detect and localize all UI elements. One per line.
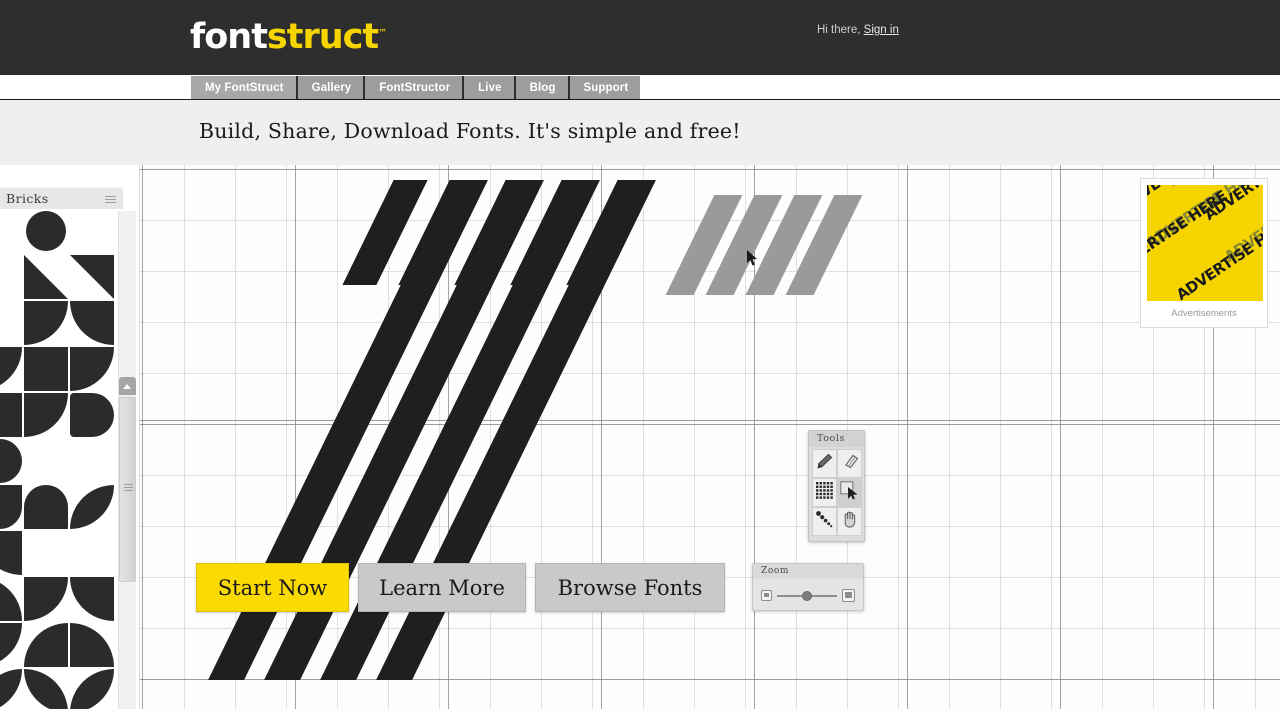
brick-item[interactable] (24, 255, 68, 299)
brick-item[interactable] (24, 577, 68, 621)
select-arrow-icon (840, 480, 859, 505)
tool-eraser[interactable] (837, 449, 862, 478)
eraser-icon (841, 453, 859, 474)
greeting: Hi there, Sign in (817, 24, 899, 36)
brick-item[interactable] (24, 485, 68, 529)
tagline-band: Build, Share, Download Fonts. It's simpl… (0, 99, 1280, 165)
fontstruct-page: fontstruct™ Hi there, Sign in My FontStr… (0, 0, 1280, 709)
advertisement-banner[interactable]: ADVERTISE HERE ADVERTISE HERE ADVERTISE … (1147, 185, 1263, 301)
brick-item[interactable] (70, 301, 114, 345)
zoom-palette-title: Zoom (753, 564, 863, 579)
brick-item[interactable] (0, 439, 22, 483)
nav-item-gallery[interactable]: Gallery (297, 76, 366, 99)
logo-part-struct: struct (266, 17, 379, 57)
brick-item[interactable] (70, 439, 114, 483)
browse-fonts-button[interactable]: Browse Fonts (535, 563, 725, 612)
bricks-grid[interactable] (0, 209, 114, 709)
brick-item[interactable] (0, 577, 22, 621)
trademark-icon: ™ (378, 28, 388, 39)
tools-grid (812, 449, 862, 536)
zoom-slider[interactable] (777, 590, 837, 601)
nav-item-blog[interactable]: Blog (515, 76, 570, 99)
brick-item[interactable] (70, 485, 114, 529)
sign-in-link[interactable]: Sign in (864, 24, 899, 36)
tool-grid[interactable] (812, 478, 837, 507)
bricks-panel: Bricks (0, 165, 140, 709)
hand-icon (841, 510, 859, 533)
zoom-in-icon[interactable] (842, 589, 855, 602)
zoom-palette: Zoom (752, 563, 864, 611)
grip-handle-icon[interactable] (105, 196, 116, 203)
brick-item[interactable] (0, 301, 22, 345)
brick-item[interactable] (70, 669, 114, 709)
page-title: Build, Share, Download Fonts. It's simpl… (199, 119, 741, 143)
brick-item[interactable] (0, 393, 22, 437)
brick-item[interactable] (24, 209, 68, 253)
brick-item[interactable] (24, 393, 68, 437)
brick-item[interactable] (0, 623, 22, 667)
brick-item[interactable] (0, 209, 22, 253)
brick-item[interactable] (70, 531, 114, 575)
brick-item[interactable] (24, 301, 68, 345)
nav-item-live[interactable]: Live (464, 76, 516, 99)
zoom-controls (753, 580, 863, 611)
brick-item[interactable] (70, 393, 114, 437)
fontstruct-logo[interactable]: fontstruct™ (190, 20, 387, 55)
brick-item[interactable] (70, 209, 114, 253)
pencil-icon (816, 453, 833, 475)
nav-item-fontstructor[interactable]: FontStructor (365, 76, 465, 99)
tool-pan[interactable] (837, 507, 862, 536)
nav-item-my-fontstruct[interactable]: My FontStruct (191, 76, 298, 99)
tool-pencil[interactable] (812, 449, 837, 478)
logo-part-font: font (190, 17, 268, 57)
bricks-panel-header[interactable]: Bricks (0, 187, 123, 209)
tool-points[interactable] (812, 507, 837, 536)
zoom-out-icon[interactable] (761, 590, 772, 601)
brick-item[interactable] (0, 485, 22, 529)
editor-canvas[interactable]: BASELINE (0, 165, 1280, 709)
scrollbar-thumb[interactable] (119, 397, 136, 582)
canvas-baseline-rule (140, 420, 1280, 421)
brick-item[interactable] (70, 347, 114, 391)
brick-item[interactable] (24, 531, 68, 575)
tools-palette-title: Tools (809, 431, 864, 447)
brick-item[interactable] (0, 531, 22, 575)
brick-item[interactable] (24, 439, 68, 483)
brick-item[interactable] (0, 669, 22, 709)
brick-item[interactable] (70, 623, 114, 667)
brick-item[interactable] (24, 347, 68, 391)
tools-palette: Tools (808, 430, 865, 542)
site-header: fontstruct™ Hi there, Sign in (0, 0, 1280, 75)
advertisement-box: ADVERTISE HERE ADVERTISE HERE ADVERTISE … (1140, 178, 1268, 328)
main-nav: My FontStruct Gallery FontStructor Live … (191, 76, 641, 99)
bricks-panel-title: Bricks (6, 191, 49, 206)
brick-item[interactable] (70, 577, 114, 621)
brick-item[interactable] (24, 623, 68, 667)
grid-icon (816, 481, 833, 504)
brick-item[interactable] (70, 255, 114, 299)
brick-item[interactable] (24, 669, 68, 709)
tool-select[interactable] (837, 478, 862, 507)
brick-item[interactable] (0, 255, 22, 299)
nav-item-support[interactable]: Support (569, 76, 641, 99)
brick-item[interactable] (0, 347, 22, 391)
scroll-up-button[interactable] (119, 377, 136, 395)
zoom-slider-handle[interactable] (802, 590, 813, 601)
dots-icon (816, 510, 833, 533)
greeting-text: Hi there, (817, 24, 861, 36)
advertisement-caption: Advertisements (1171, 308, 1237, 319)
learn-more-button[interactable]: Learn More (358, 563, 526, 612)
start-now-button[interactable]: Start Now (196, 563, 349, 612)
cta-button-row: Start Now Learn More Browse Fonts (196, 563, 725, 612)
mouse-cursor-icon (747, 250, 759, 268)
